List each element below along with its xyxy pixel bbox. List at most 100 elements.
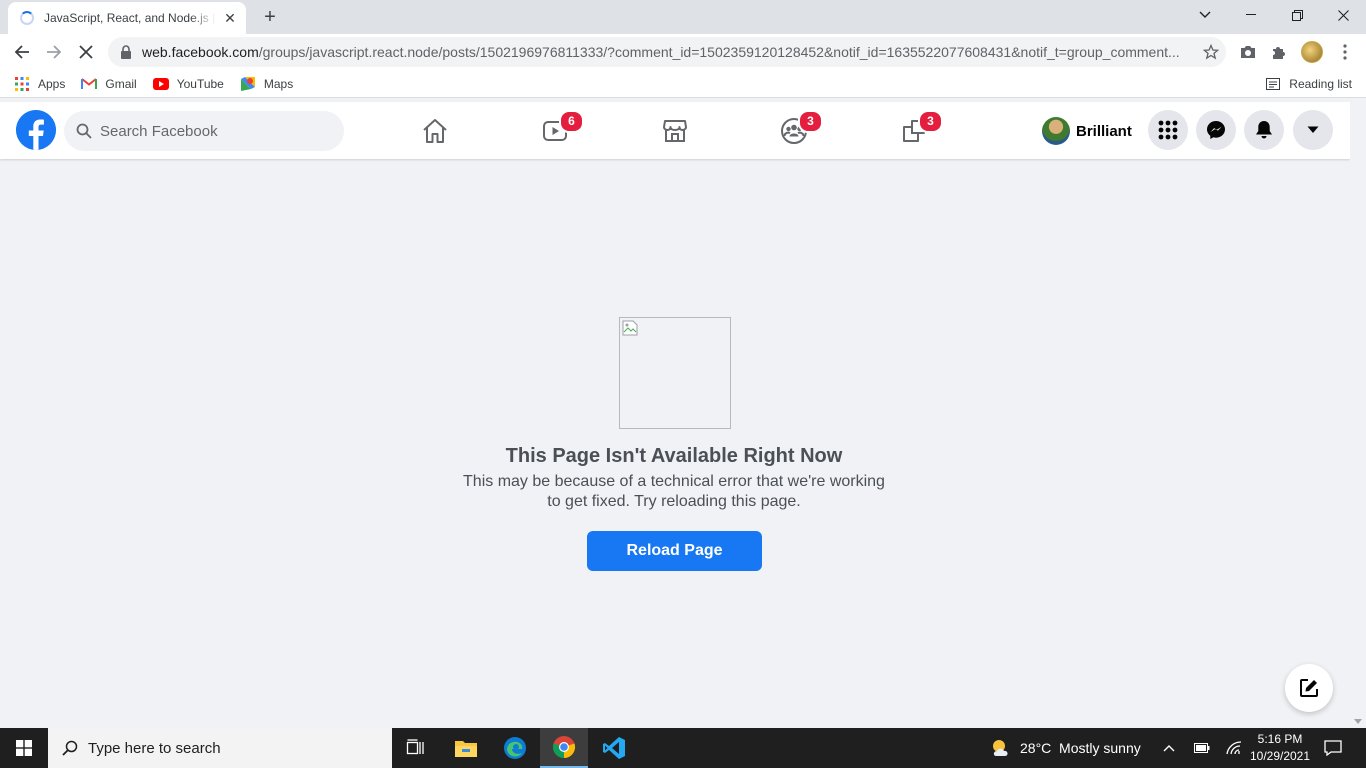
notification-badge: 3 — [918, 110, 943, 133]
taskbar-edge[interactable] — [491, 728, 539, 768]
edge-icon — [504, 737, 526, 759]
forward-button[interactable] — [38, 36, 70, 68]
error-title: This Page Isn't Available Right Now — [505, 445, 843, 467]
windows-logo-icon — [16, 740, 32, 756]
facebook-search[interactable] — [64, 111, 344, 151]
taskbar-clock[interactable]: 5:16 PM 10/29/2021 — [1244, 731, 1316, 765]
bookmark-star-button[interactable] — [1196, 37, 1226, 67]
camera-icon — [1241, 46, 1255, 58]
chrome-icon — [552, 736, 576, 759]
compose-icon — [1300, 679, 1318, 697]
scroll-down-icon[interactable] — [1354, 719, 1362, 724]
profile-shortcut[interactable]: Brilliant — [1038, 113, 1140, 149]
weather-widget[interactable]: 28°C Mostly sunny — [990, 728, 1141, 768]
extensions-button[interactable] — [1264, 37, 1294, 67]
search-icon — [76, 123, 92, 139]
address-bar[interactable]: web.facebook.com/groups/javascript.react… — [108, 37, 1226, 67]
taskbar-chrome[interactable] — [540, 728, 588, 768]
avatar — [1042, 117, 1070, 145]
close-icon — [79, 45, 93, 59]
grid-menu-icon — [1158, 120, 1178, 140]
close-icon — [1337, 9, 1349, 21]
notification-icon — [1324, 740, 1342, 756]
action-center-button[interactable] — [1318, 728, 1348, 768]
user-name: Brilliant — [1076, 122, 1132, 140]
marketplace-icon — [663, 119, 687, 142]
page-scrollbar[interactable] — [1350, 102, 1366, 728]
browser-tab-strip: JavaScript, React, and Node.js | Faceboo… — [0, 0, 1366, 34]
back-button[interactable] — [6, 36, 38, 68]
apps-grid-icon — [14, 76, 30, 92]
new-message-button[interactable] — [1285, 664, 1333, 712]
profile-button[interactable] — [1297, 37, 1327, 67]
url-text[interactable]: web.facebook.com/groups/javascript.react… — [142, 44, 1196, 60]
chrome-menu-button[interactable] — [1330, 37, 1360, 67]
battery-button[interactable] — [1187, 728, 1217, 768]
facebook-logo[interactable] — [16, 110, 56, 150]
minimize-icon — [1246, 14, 1256, 15]
reading-list-button[interactable]: Reading list — [1265, 70, 1352, 98]
bookmark-label: Maps — [263, 76, 294, 91]
tab-close-icon[interactable]: ✕ — [222, 10, 238, 26]
partly-sunny-icon — [993, 740, 1008, 756]
messenger-icon — [1207, 121, 1225, 139]
error-description: This may be because of a technical error… — [433, 472, 915, 512]
browser-tab[interactable]: JavaScript, React, and Node.js | Faceboo… — [8, 2, 246, 34]
reading-list-label: Reading list — [1289, 77, 1352, 91]
screenshot-extension-button[interactable] — [1233, 37, 1263, 67]
notification-badge: 3 — [798, 110, 823, 133]
minimize-button[interactable] — [1228, 0, 1274, 30]
task-view-icon — [406, 739, 424, 755]
new-tab-button[interactable]: + — [259, 6, 281, 28]
taskbar-file-explorer[interactable] — [442, 728, 490, 768]
menu-button[interactable] — [1148, 110, 1188, 150]
facebook-search-input[interactable] — [100, 122, 320, 140]
stop-loading-button[interactable] — [70, 36, 102, 68]
loading-spinner-icon — [20, 11, 34, 25]
show-hidden-icons-button[interactable] — [1154, 728, 1184, 768]
reading-list-icon — [1266, 78, 1281, 90]
vscode-icon — [603, 737, 625, 759]
windows-taskbar: 28°C Mostly sunny 5:16 PM 10/29/2021 — [0, 728, 1366, 768]
battery-icon — [1194, 743, 1210, 753]
nav-gaming[interactable]: 3 — [858, 102, 970, 159]
error-description-line: This may be because of a technical error… — [463, 473, 885, 490]
start-button[interactable] — [0, 728, 48, 768]
home-icon — [423, 118, 447, 143]
bell-icon — [1256, 121, 1272, 139]
notifications-button[interactable] — [1244, 110, 1284, 150]
taskbar-search-input[interactable] — [88, 739, 368, 757]
clock-date: 10/29/2021 — [1249, 749, 1311, 763]
profile-avatar — [1301, 41, 1323, 63]
tab-search-button[interactable] — [1182, 0, 1228, 30]
folder-icon — [455, 741, 477, 757]
account-button[interactable] — [1293, 110, 1333, 150]
nav-groups[interactable]: 3 — [738, 102, 850, 159]
lock-icon[interactable] — [120, 45, 132, 59]
url-path: /groups/javascript.react.node/posts/1502… — [258, 44, 1180, 60]
broken-image — [619, 317, 731, 429]
task-view-button[interactable] — [392, 728, 440, 768]
nav-watch[interactable]: 6 — [499, 102, 611, 159]
taskbar-vscode[interactable] — [590, 728, 638, 768]
nav-home[interactable] — [379, 102, 491, 159]
close-window-button[interactable] — [1320, 0, 1366, 30]
restore-button[interactable] — [1274, 0, 1320, 30]
bookmarks-bar: Apps Gmail YouTube Maps Reading list — [0, 70, 1366, 98]
bookmark-apps[interactable]: Apps — [14, 76, 65, 92]
gmail-icon — [81, 76, 98, 92]
bookmark-maps[interactable]: Maps — [240, 76, 293, 92]
wifi-icon — [1226, 741, 1242, 755]
weather-text: 28°C Mostly sunny — [1020, 740, 1141, 756]
bookmark-gmail[interactable]: Gmail — [81, 76, 137, 92]
bookmark-label: Apps — [38, 76, 66, 91]
restore-icon — [1291, 9, 1303, 21]
reload-page-button[interactable]: Reload Page — [587, 531, 762, 571]
puzzle-icon — [1273, 47, 1285, 59]
nav-marketplace[interactable] — [619, 102, 731, 159]
bookmark-label: YouTube — [176, 76, 224, 91]
youtube-icon — [152, 76, 169, 92]
taskbar-search[interactable] — [48, 728, 392, 768]
messenger-button[interactable] — [1196, 110, 1236, 150]
bookmark-youtube[interactable]: YouTube — [152, 76, 224, 92]
